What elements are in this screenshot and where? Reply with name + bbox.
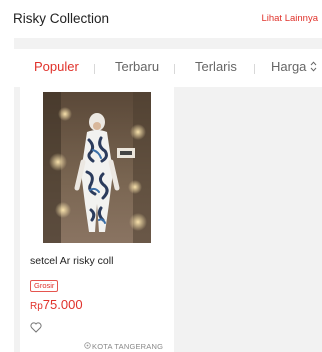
location-pin-icon (84, 342, 91, 349)
tab-terbaru[interactable]: Terbaru (115, 59, 159, 74)
see-more-link[interactable]: Lihat Lainnya (261, 13, 318, 24)
tab-divider (94, 64, 95, 74)
heart-outline-icon[interactable] (30, 320, 42, 333)
tab-divider (174, 64, 175, 74)
sort-icon (310, 60, 317, 75)
section-title: Risky Collection (13, 11, 110, 26)
sort-tabs: Populer Terbaru Terlaris Harga (14, 49, 322, 87)
product-location: KOTA TANGERANG (84, 342, 163, 351)
wholesale-badge: Grosir (30, 280, 59, 292)
product-name: setcel Ar risky coll (30, 255, 114, 267)
price-amount: 75.000 (42, 297, 83, 312)
section-header: Risky Collection Lihat Lainnya (0, 0, 322, 38)
product-price: Rp75.000 (30, 297, 83, 312)
tab-divider (254, 64, 255, 74)
location-label: KOTA TANGERANG (92, 342, 164, 351)
product-image (43, 92, 151, 243)
price-currency: Rp (30, 301, 43, 312)
tab-harga-label: Harga (271, 59, 307, 74)
section-divider (14, 38, 322, 49)
tab-populer[interactable]: Populer (34, 59, 79, 74)
product-card[interactable]: setcel Ar risky coll Grosir Rp75.000 KOT… (20, 87, 174, 352)
tab-terlaris[interactable]: Terlaris (195, 59, 237, 74)
tab-harga[interactable]: Harga (271, 59, 317, 75)
